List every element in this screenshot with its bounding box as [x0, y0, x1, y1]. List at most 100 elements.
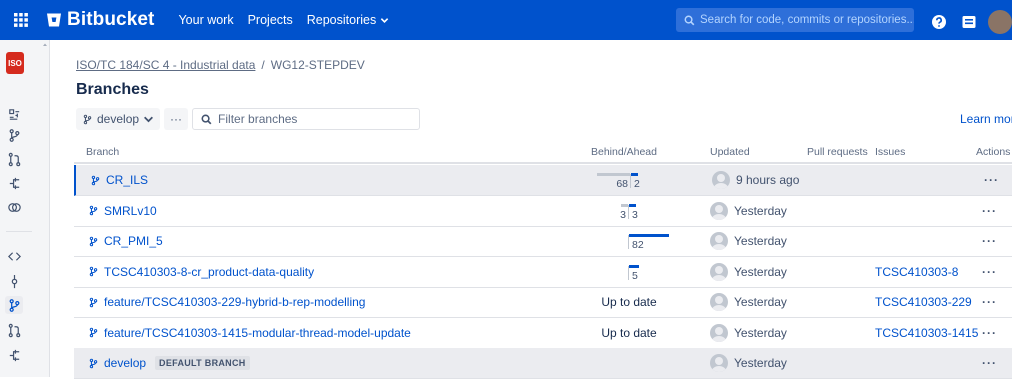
branch-select[interactable]: develop	[76, 108, 161, 130]
search-placeholder: Search for code, commits or repositories…	[700, 14, 914, 26]
branch-name: SMRLv10	[104, 203, 157, 218]
pipelines-icon[interactable]	[5, 346, 23, 364]
branches-icon[interactable]	[5, 296, 23, 314]
branch-select-label: develop	[97, 112, 140, 126]
project-logo[interactable]: ISO	[6, 52, 24, 74]
table-row[interactable]: SMRLv10 3 3 Yesterday ···	[74, 196, 1012, 227]
breadcrumb-repo[interactable]: WG12-STEPDEV	[271, 58, 365, 72]
behind-ahead-indicator: 82	[584, 230, 674, 252]
pipeline-icon[interactable]	[5, 174, 23, 192]
updated-time: 9 hours ago	[736, 173, 800, 187]
branch-name-link[interactable]: CR_PMI_5	[88, 226, 163, 256]
table-row[interactable]: feature/TCSC410303-229-hybrid-b-rep-mode…	[74, 287, 1012, 318]
app-switcher-button[interactable]	[0, 0, 42, 40]
updated-cell: Yesterday	[710, 226, 787, 256]
table-row[interactable]: CR_PMI_5 82 Yesterday ···	[74, 226, 1012, 257]
branch-name-link[interactable]: SMRLv10	[88, 196, 157, 226]
branches-glyph	[9, 298, 19, 312]
filter-branches-input[interactable]: Filter branches	[192, 108, 421, 130]
branch-name-link[interactable]: feature/TCSC410303-229-hybrid-b-rep-mode…	[88, 287, 365, 317]
search-icon	[684, 15, 695, 25]
row-actions-button[interactable]: ···	[984, 165, 999, 195]
branch-name-link[interactable]: CR_ILS	[90, 165, 148, 195]
deploy-icon[interactable]	[5, 105, 23, 123]
issue-link[interactable]: TCSC410303-229	[875, 287, 972, 317]
behind-bar	[621, 203, 628, 207]
chevron-down-icon	[381, 17, 389, 23]
nav-your-work[interactable]: Your work	[178, 13, 233, 27]
behind-ahead-indicator: 5	[584, 261, 674, 283]
ahead-count: 3	[632, 208, 638, 221]
ahead-count: 2	[634, 178, 640, 190]
nav-repositories[interactable]: Repositories	[307, 13, 389, 27]
nav-repositories-label: Repositories	[306, 13, 377, 27]
branch-name-link[interactable]: TCSC410303-8-cr_product-data-quality	[88, 257, 314, 287]
branch-name-link[interactable]: feature/TCSC410303-1415-modular-thread-m…	[88, 318, 411, 348]
row-actions-button[interactable]: ···	[982, 226, 997, 256]
header-actions: Actions	[976, 146, 1011, 158]
table-header: Branch Behind/Ahead Updated Pull request…	[74, 138, 1012, 164]
nav-links: Your work Projects Repositories	[178, 13, 389, 27]
row-actions-button[interactable]: ···	[982, 196, 997, 226]
bitbucket-logo[interactable]: Bitbucket	[46, 9, 154, 31]
more-button[interactable]: ···	[164, 108, 189, 130]
branch-name-link[interactable]: develop DEFAULT BRANCH	[88, 348, 250, 378]
user-avatar[interactable]	[988, 10, 1012, 34]
behind-ahead-divider	[628, 235, 629, 249]
table-row[interactable]: TCSC410303-8-cr_product-data-quality 5 Y…	[74, 257, 1012, 288]
behind-ahead-cell: 68 2	[566, 165, 696, 195]
up-to-date-status: Up to date	[601, 295, 657, 309]
table-row[interactable]: feature/TCSC410303-1415-modular-thread-m…	[74, 318, 1012, 349]
row-actions-button[interactable]: ···	[982, 318, 997, 348]
branch-icon	[91, 175, 100, 185]
row-actions-button[interactable]: ···	[982, 348, 997, 378]
ahead-count: 5	[632, 269, 638, 282]
updated-cell: 9 hours ago	[712, 165, 799, 195]
branch-icon	[89, 327, 98, 338]
commits-icon[interactable]	[5, 272, 23, 290]
page-title: Branches	[76, 81, 149, 98]
settings-icon[interactable]	[960, 13, 978, 31]
table-row[interactable]: develop DEFAULT BRANCH Yesterday ···	[74, 348, 1012, 379]
issue-link[interactable]: TCSC410303-8	[875, 257, 958, 287]
nav-projects[interactable]: Projects	[248, 13, 293, 27]
behind-ahead-divider	[628, 204, 629, 219]
table-row[interactable]: CR_ILS 68 2 9 hours ago ···	[74, 165, 1012, 196]
branches-toolbar: develop ··· Filter branches	[76, 108, 421, 130]
source-icon[interactable]	[5, 247, 23, 265]
header-issues: Issues	[875, 146, 906, 158]
behind-ahead-cell: Up to date	[564, 318, 694, 348]
branch-name: CR_PMI_5	[104, 234, 163, 248]
header-branch: Branch	[86, 146, 120, 158]
behind-ahead-cell	[564, 348, 694, 378]
pull-requests-icon[interactable]	[5, 321, 23, 339]
scroll-up-icon[interactable]	[42, 42, 48, 92]
row-actions-button[interactable]: ···	[982, 287, 997, 317]
author-avatar	[710, 232, 728, 250]
top-icons	[930, 10, 1012, 34]
branch-icon	[89, 297, 98, 307]
behind-ahead-cell: 82	[564, 226, 694, 256]
behind-ahead-cell: 3 3	[564, 196, 694, 226]
integrations-icon[interactable]	[5, 198, 23, 216]
app-grid-icon	[14, 13, 28, 27]
updated-time: Yesterday	[734, 234, 787, 248]
pull-request-icon[interactable]	[5, 150, 23, 168]
branch-icon[interactable]	[5, 126, 23, 144]
filter-placeholder: Filter branches	[218, 112, 298, 126]
behind-ahead-divider	[628, 265, 629, 280]
breadcrumb-project[interactable]: ISO/TC 184/SC 4 - Industrial data	[76, 58, 255, 72]
branch-name: feature/TCSC410303-229-hybrid-b-rep-mode…	[104, 295, 366, 309]
behind-count: 68	[616, 178, 628, 190]
search-input[interactable]: Search for code, commits or repositories…	[676, 8, 914, 32]
main-content: ISO/TC 184/SC 4 - Industrial data / WG12-S…	[74, 40, 1012, 379]
branch-name: feature/TCSC410303-1415-modular-thread-m…	[104, 325, 411, 340]
learn-more-link[interactable]: Learn more	[960, 112, 1012, 126]
row-actions-button[interactable]: ···	[982, 257, 997, 287]
brand-name: Bitbucket	[67, 9, 155, 30]
updated-time: Yesterday	[734, 295, 787, 309]
help-icon[interactable]	[930, 13, 948, 31]
updated-time: Yesterday	[734, 264, 787, 279]
search-icon	[201, 114, 212, 124]
issue-link[interactable]: TCSC410303-1415	[875, 318, 978, 348]
